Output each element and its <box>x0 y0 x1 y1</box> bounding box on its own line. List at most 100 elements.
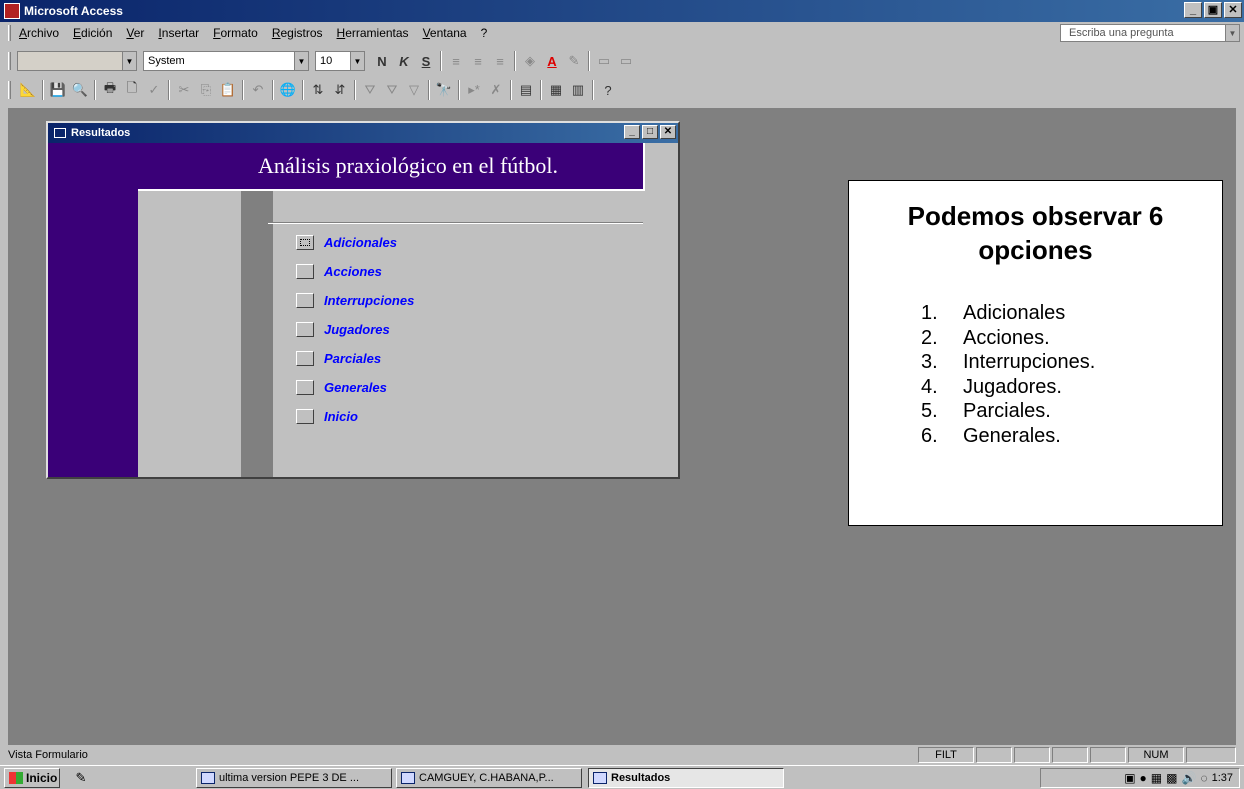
option-jugadores[interactable]: Jugadores <box>296 322 390 337</box>
align-left-icon[interactable]: ≡ <box>445 50 467 72</box>
parciales-button[interactable] <box>296 351 314 366</box>
menu-grip[interactable] <box>8 25 11 41</box>
status-cell-empty <box>1090 747 1126 763</box>
underline-button[interactable]: S <box>415 50 437 72</box>
filter-by-form-icon[interactable]: ⛛ <box>381 79 403 101</box>
font-combo[interactable]: System ▼ <box>143 51 309 71</box>
item-label: Parciales. <box>963 400 1051 422</box>
font-combo-value: System <box>148 55 185 67</box>
cut-icon[interactable]: ✂ <box>173 79 195 101</box>
tray-icon[interactable]: ▩ <box>1166 771 1177 785</box>
object-combo[interactable]: ▼ <box>17 51 137 71</box>
tray-icon[interactable]: ▣ <box>1124 771 1135 785</box>
option-acciones[interactable]: Acciones <box>296 264 382 279</box>
menu-insertar[interactable]: Insertar <box>158 26 199 40</box>
menu-formato[interactable]: Formato <box>213 26 258 40</box>
sort-ascending-icon[interactable]: ⇅ <box>307 79 329 101</box>
toolbar-separator <box>458 80 460 100</box>
list-item: 2. Acciones. <box>921 326 1095 351</box>
properties-icon[interactable]: ▤ <box>515 79 537 101</box>
save-icon[interactable]: 💾 <box>47 79 69 101</box>
new-object-icon[interactable]: ▥ <box>567 79 589 101</box>
copy-icon[interactable]: ⎘ <box>195 79 217 101</box>
item-number: 5. <box>921 400 938 422</box>
menu-archivo[interactable]: Archivo <box>19 26 59 40</box>
form-close-button[interactable]: ✕ <box>660 125 676 139</box>
volume-icon[interactable]: 🔊 <box>1181 771 1196 785</box>
special-effect-icon[interactable]: ▭ <box>615 50 637 72</box>
task-explorer-folder[interactable]: CAMGUEY, C.HABANA,P... <box>396 768 582 788</box>
new-record-icon[interactable]: ▸* <box>463 79 485 101</box>
line-border-width-icon[interactable]: ▭ <box>593 50 615 72</box>
option-interrupciones[interactable]: Interrupciones <box>296 293 414 308</box>
sort-descending-icon[interactable]: ⇵ <box>329 79 351 101</box>
font-size-value: 10 <box>320 55 333 67</box>
undo-icon[interactable]: ↶ <box>247 79 269 101</box>
inicio-button[interactable] <box>296 409 314 424</box>
task-resultados[interactable]: Resultados <box>588 768 784 788</box>
align-right-icon[interactable]: ≡ <box>489 50 511 72</box>
line-color-icon[interactable]: ✎ <box>563 50 585 72</box>
option-inicio[interactable]: Inicio <box>296 409 358 424</box>
generales-button[interactable] <box>296 380 314 395</box>
search-file-icon[interactable]: 🔍 <box>69 79 91 101</box>
view-icon[interactable]: 📐 <box>17 79 39 101</box>
option-label: Generales <box>324 380 387 395</box>
status-text: Vista Formulario <box>8 749 88 761</box>
chevron-down-icon[interactable]: ▼ <box>350 52 364 70</box>
toolbar-grip[interactable] <box>8 81 11 99</box>
hyperlink-icon[interactable]: 🌐 <box>277 79 299 101</box>
menu-ver[interactable]: Ver <box>126 26 144 40</box>
help-icon[interactable]: ? <box>597 79 619 101</box>
jugadores-button[interactable] <box>296 322 314 337</box>
toolbar-separator <box>354 80 356 100</box>
resultados-form-window: Resultados _ □ ✕ Análisis praxiológico e… <box>46 121 680 479</box>
close-button[interactable]: ✕ <box>1224 2 1242 18</box>
chevron-down-icon[interactable]: ▼ <box>122 52 136 70</box>
status-cell-empty <box>1186 747 1236 763</box>
find-icon[interactable]: 🔭 <box>433 79 455 101</box>
form-window-controls: _ □ ✕ <box>624 125 676 139</box>
chevron-down-icon[interactable]: ▼ <box>294 52 308 70</box>
filter-by-selection-icon[interactable]: ⛛ <box>359 79 381 101</box>
print-preview-icon[interactable]: 🗋 <box>121 79 143 101</box>
font-size-combo[interactable]: 10 ▼ <box>315 51 365 71</box>
bold-button[interactable]: N <box>371 50 393 72</box>
form-minimize-button[interactable]: _ <box>624 125 640 139</box>
acciones-button[interactable] <box>296 264 314 279</box>
ask-question-box[interactable]: Escriba una pregunta ▼ <box>1060 24 1240 42</box>
tray-icon[interactable]: ◌ <box>1200 771 1207 785</box>
option-generales[interactable]: Generales <box>296 380 387 395</box>
tray-icon[interactable]: ● <box>1140 771 1147 785</box>
toolbar-grip[interactable] <box>8 52 11 70</box>
adicionales-button[interactable] <box>296 235 314 250</box>
menu-herramientas[interactable]: Herramientas <box>337 26 409 40</box>
task-word-document[interactable]: ultima version PEPE 3 DE ... <box>196 768 392 788</box>
print-icon[interactable]: 🖶 <box>99 79 121 101</box>
chevron-down-icon[interactable]: ▼ <box>1225 25 1239 41</box>
menu-edicion[interactable]: Edición <box>73 26 112 40</box>
interrupciones-button[interactable] <box>296 293 314 308</box>
delete-record-icon[interactable]: ✗ <box>485 79 507 101</box>
option-parciales[interactable]: Parciales <box>296 351 381 366</box>
form-maximize-button[interactable]: □ <box>642 125 658 139</box>
form-title-bar[interactable]: Resultados _ □ ✕ <box>48 123 678 143</box>
spelling-icon[interactable]: ✓ <box>143 79 165 101</box>
italic-button[interactable]: K <box>393 50 415 72</box>
menu-help[interactable]: ? <box>481 26 488 40</box>
paste-icon[interactable]: 📋 <box>217 79 239 101</box>
quick-launch-icon[interactable]: ✎ <box>70 769 92 787</box>
align-center-icon[interactable]: ≡ <box>467 50 489 72</box>
toolbar-separator <box>440 51 442 71</box>
database-window-icon[interactable]: ▦ <box>545 79 567 101</box>
minimize-button[interactable]: _ <box>1184 2 1202 18</box>
tray-icon[interactable]: ▦ <box>1151 771 1162 785</box>
fill-color-icon[interactable]: ◈ <box>519 50 541 72</box>
menu-ventana[interactable]: Ventana <box>423 26 467 40</box>
restore-button[interactable]: ▣ <box>1204 2 1222 18</box>
font-color-icon[interactable]: A <box>541 50 563 72</box>
apply-filter-icon[interactable]: ▽ <box>403 79 425 101</box>
option-adicionales[interactable]: Adicionales <box>296 235 397 250</box>
menu-registros[interactable]: Registros <box>272 26 323 40</box>
start-button[interactable]: Inicio <box>4 768 60 788</box>
